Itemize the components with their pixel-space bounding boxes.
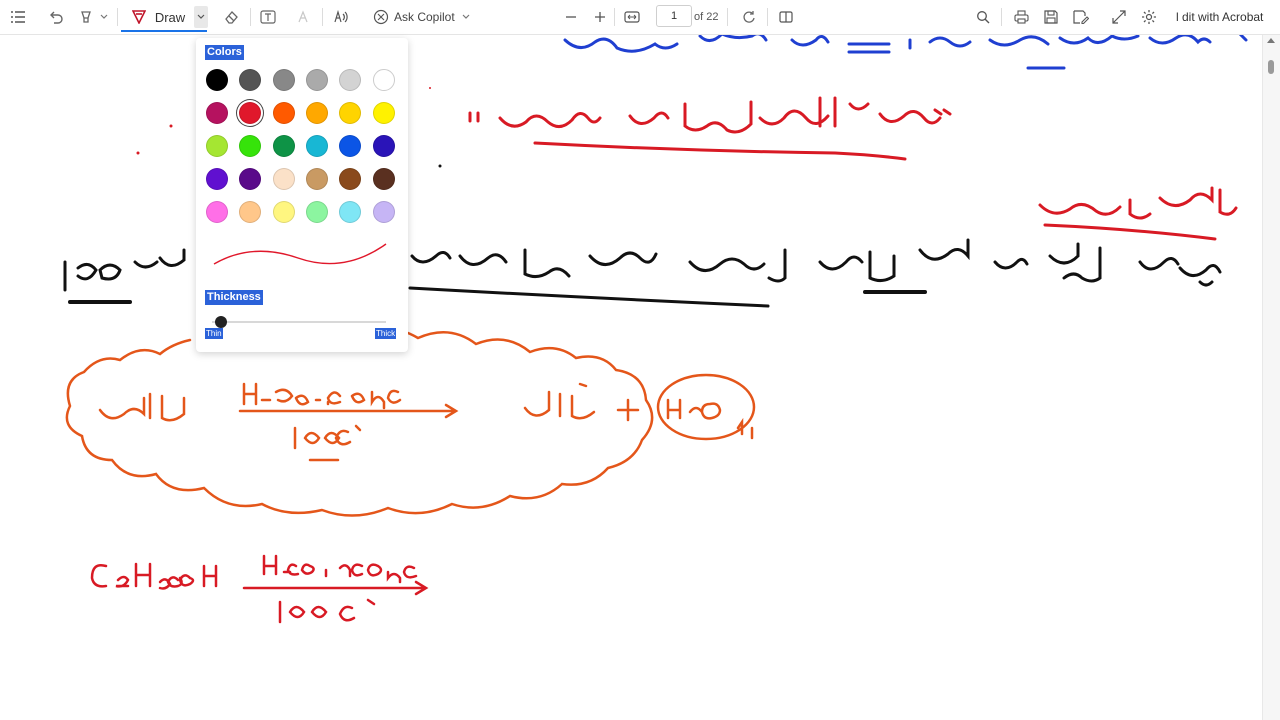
print-icon[interactable]	[1011, 6, 1031, 28]
undo-icon[interactable]	[46, 6, 66, 28]
color-swatch[interactable]	[239, 168, 261, 190]
color-swatch[interactable]	[273, 135, 295, 157]
ink-red-equation	[90, 554, 429, 624]
zoom-in-icon[interactable]	[591, 6, 609, 28]
color-swatch[interactable]	[339, 135, 361, 157]
color-swatch[interactable]	[339, 201, 361, 223]
thin-label: Thin	[205, 328, 223, 339]
color-swatch[interactable]	[339, 102, 361, 124]
read-aloud-icon[interactable]	[332, 6, 352, 28]
text-box-icon[interactable]	[258, 6, 278, 28]
color-swatch[interactable]	[306, 168, 328, 190]
vertical-scrollbar[interactable]	[1262, 34, 1280, 720]
color-swatch[interactable]	[306, 102, 328, 124]
color-swatch[interactable]	[339, 69, 361, 91]
page-number-input[interactable]: 1	[656, 5, 692, 27]
colors-label: Colors	[205, 45, 244, 60]
color-swatch[interactable]	[373, 69, 395, 91]
handwritten-ink-layer	[63, 32, 1248, 624]
draw-dropdown-chevron-icon[interactable]	[194, 6, 208, 28]
scroll-up-arrow-icon[interactable]	[1267, 38, 1275, 43]
page-view-icon[interactable]	[776, 6, 796, 28]
text-format-icon	[294, 6, 314, 28]
eraser-icon[interactable]	[221, 6, 241, 28]
ink-blue-top-line	[563, 32, 1248, 70]
page-total: of 22	[694, 11, 719, 23]
highlighter-icon[interactable]	[76, 6, 96, 28]
menu-icon[interactable]	[8, 6, 28, 28]
color-swatch[interactable]	[306, 135, 328, 157]
color-swatch[interactable]	[373, 135, 395, 157]
ask-copilot-button[interactable]: Ask Copilot	[394, 6, 460, 28]
thick-label: Thick	[375, 328, 397, 339]
color-swatch[interactable]	[206, 102, 228, 124]
rotate-icon[interactable]	[739, 6, 759, 28]
color-swatch[interactable]	[306, 69, 328, 91]
save-icon[interactable]	[1041, 6, 1061, 28]
zoom-out-icon[interactable]	[562, 6, 580, 28]
color-swatch[interactable]	[306, 201, 328, 223]
save-as-icon[interactable]	[1071, 6, 1091, 28]
highlighter-chevron-icon[interactable]	[98, 6, 110, 28]
settings-icon[interactable]	[1139, 6, 1159, 28]
draw-pen-icon[interactable]	[130, 6, 148, 28]
color-swatch[interactable]	[206, 69, 228, 91]
thickness-slider-knob[interactable]	[215, 316, 227, 328]
draw-active-indicator	[121, 30, 207, 32]
color-swatch[interactable]	[339, 168, 361, 190]
color-swatch[interactable]	[373, 168, 395, 190]
color-swatch[interactable]	[273, 168, 295, 190]
fit-page-icon[interactable]	[622, 6, 642, 28]
color-swatch[interactable]	[273, 201, 295, 223]
ink-red-heading	[1038, 186, 1238, 241]
scrollbar-thumb[interactable]	[1268, 60, 1274, 74]
color-swatch[interactable]	[239, 69, 261, 91]
color-swatch[interactable]	[239, 201, 261, 223]
thickness-slider-track[interactable]	[212, 321, 386, 323]
top-toolbar: Draw Ask Copilot 1 of 22 l dit with Acro…	[0, 0, 1280, 35]
ink-black-dot	[438, 164, 442, 168]
color-swatch[interactable]	[206, 168, 228, 190]
color-swatch[interactable]	[239, 135, 261, 157]
ink-orange-reaction	[98, 373, 756, 462]
color-swatch[interactable]	[273, 69, 295, 91]
color-swatch[interactable]	[373, 102, 395, 124]
color-swatch[interactable]	[206, 135, 228, 157]
thickness-label: Thickness	[205, 290, 263, 305]
search-icon[interactable]	[973, 6, 993, 28]
expand-icon[interactable]	[1109, 6, 1129, 28]
ink-red-title	[468, 96, 952, 161]
edit-with-acrobat-button[interactable]: l dit with Acrobat	[1176, 6, 1276, 28]
color-swatch[interactable]	[373, 201, 395, 223]
stroke-preview	[213, 243, 387, 265]
color-swatch[interactable]	[206, 201, 228, 223]
color-swatch[interactable]	[273, 102, 295, 124]
color-swatch[interactable]	[239, 102, 261, 124]
copilot-chevron-icon[interactable]	[460, 6, 472, 28]
draw-button[interactable]: Draw	[152, 6, 188, 28]
ink-orange-cloud	[65, 327, 654, 517]
copilot-icon[interactable]	[372, 6, 390, 28]
